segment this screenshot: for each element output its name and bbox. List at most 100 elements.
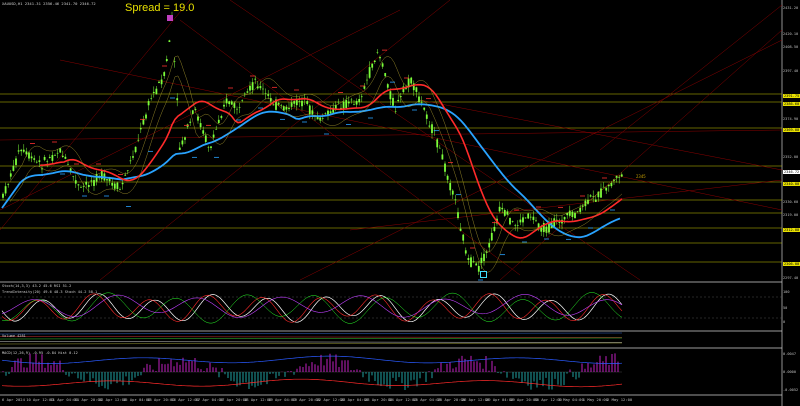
candle-body [529,216,532,218]
candle-body [558,221,561,223]
candle-body [17,150,20,152]
price-axis-label: 2408.50 [783,45,799,49]
chart-window[interactable]: XAUUSD,H1 2341.31 2356.46 2341.70 2346.7… [0,0,800,406]
price-axis[interactable]: 2431.20 2420.10 2408.50 2397.40 2391.75 2386.… [782,0,800,406]
candle-body [262,88,264,90]
candle-body [425,114,428,119]
candle-body [321,118,324,119]
candle-body [236,108,238,110]
candle-body [277,102,280,105]
candle-body [366,79,368,81]
price-axis-label: 2386.60 [783,102,800,106]
candle-body [210,146,212,148]
candle-body [392,97,394,106]
candle-body [576,210,579,212]
candle-body [449,182,452,191]
candle-body [605,187,608,191]
candle-body [490,232,493,241]
candle-body [308,105,311,115]
candle-body [264,93,267,94]
price-axis-label: 2369.00 [783,128,800,132]
candle-body [397,99,400,102]
candle-body [514,225,517,226]
candle-body [358,98,361,103]
candle-body [254,78,257,80]
candle-body [80,187,82,188]
oscillator-3-title: Volume 4281 [2,334,26,338]
candle-body [459,228,462,231]
candle-body [59,148,62,153]
moving-average-fast [39,83,623,239]
candle-body [163,72,166,76]
candle-body [165,59,168,62]
candle-body [389,91,392,100]
candle-body [488,243,491,248]
candle-body [368,67,371,78]
trend-line [179,19,521,276]
candle-body [124,174,127,176]
candle-body [267,94,270,96]
candle-body [22,149,25,152]
spread-label: Spread = 19.0 [125,2,195,14]
candle-body [220,116,223,118]
candle-body [12,165,15,171]
candle-body [423,107,426,110]
candle-body [379,57,381,59]
candle-body [145,114,147,119]
candle-body [54,155,56,156]
candle-body [480,257,483,263]
candle-body [506,211,509,215]
candle-body [360,96,363,98]
price-axis-label: 2420.10 [783,32,799,36]
oscillator-4-title: MACD(12,26,9) -0.95 -0.84 Hist 0.12 [2,351,78,355]
candle-body [35,161,38,163]
candle-body [61,155,64,157]
candle-body [9,173,12,177]
candle-body [342,101,345,109]
candle-body [280,105,283,107]
candle-body [436,139,439,148]
candle-body [327,110,329,115]
candle-body [82,186,85,187]
candle-body [191,110,194,114]
candle-body [147,101,150,106]
candle-body [137,139,140,141]
time-axis-label: 1 May 04:00 [558,397,584,402]
candle-body [462,234,465,241]
candle-body [386,84,389,88]
candle-body [579,207,582,212]
time-axis-label: 2 May 12:00 [607,397,633,402]
candle-body [350,99,353,101]
signal-marker-bottom [480,271,487,278]
candle-body [106,179,108,181]
candle-body [483,253,485,262]
candle-body [238,107,241,108]
candle-body [501,207,504,210]
candle-body [223,104,225,107]
time-axis-label: 1 May 20:00 [582,397,608,402]
trend-intensity-line [1,294,623,319]
candle-body [28,152,30,159]
price-axis-label: 2297.40 [783,276,799,280]
candle-body [30,156,33,159]
candle-body [602,186,605,188]
candle-body [285,106,288,110]
candle-body [589,195,592,197]
candle-body [592,196,595,197]
candle-body [241,100,244,102]
candle-body [615,175,618,178]
price-chart-canvas[interactable] [0,0,800,406]
candle-body [311,110,314,115]
candle-body [77,184,80,186]
candle-body [516,225,519,226]
candle-body [212,134,215,138]
volume-indicator-line [0,341,623,343]
candle-body [288,107,290,109]
candle-body [355,100,358,105]
envelope-upper [9,55,623,253]
candle-body [217,119,220,124]
candle-body [441,154,444,160]
candle-body [15,158,17,165]
candle-body [233,102,236,108]
candle-body [574,212,576,218]
